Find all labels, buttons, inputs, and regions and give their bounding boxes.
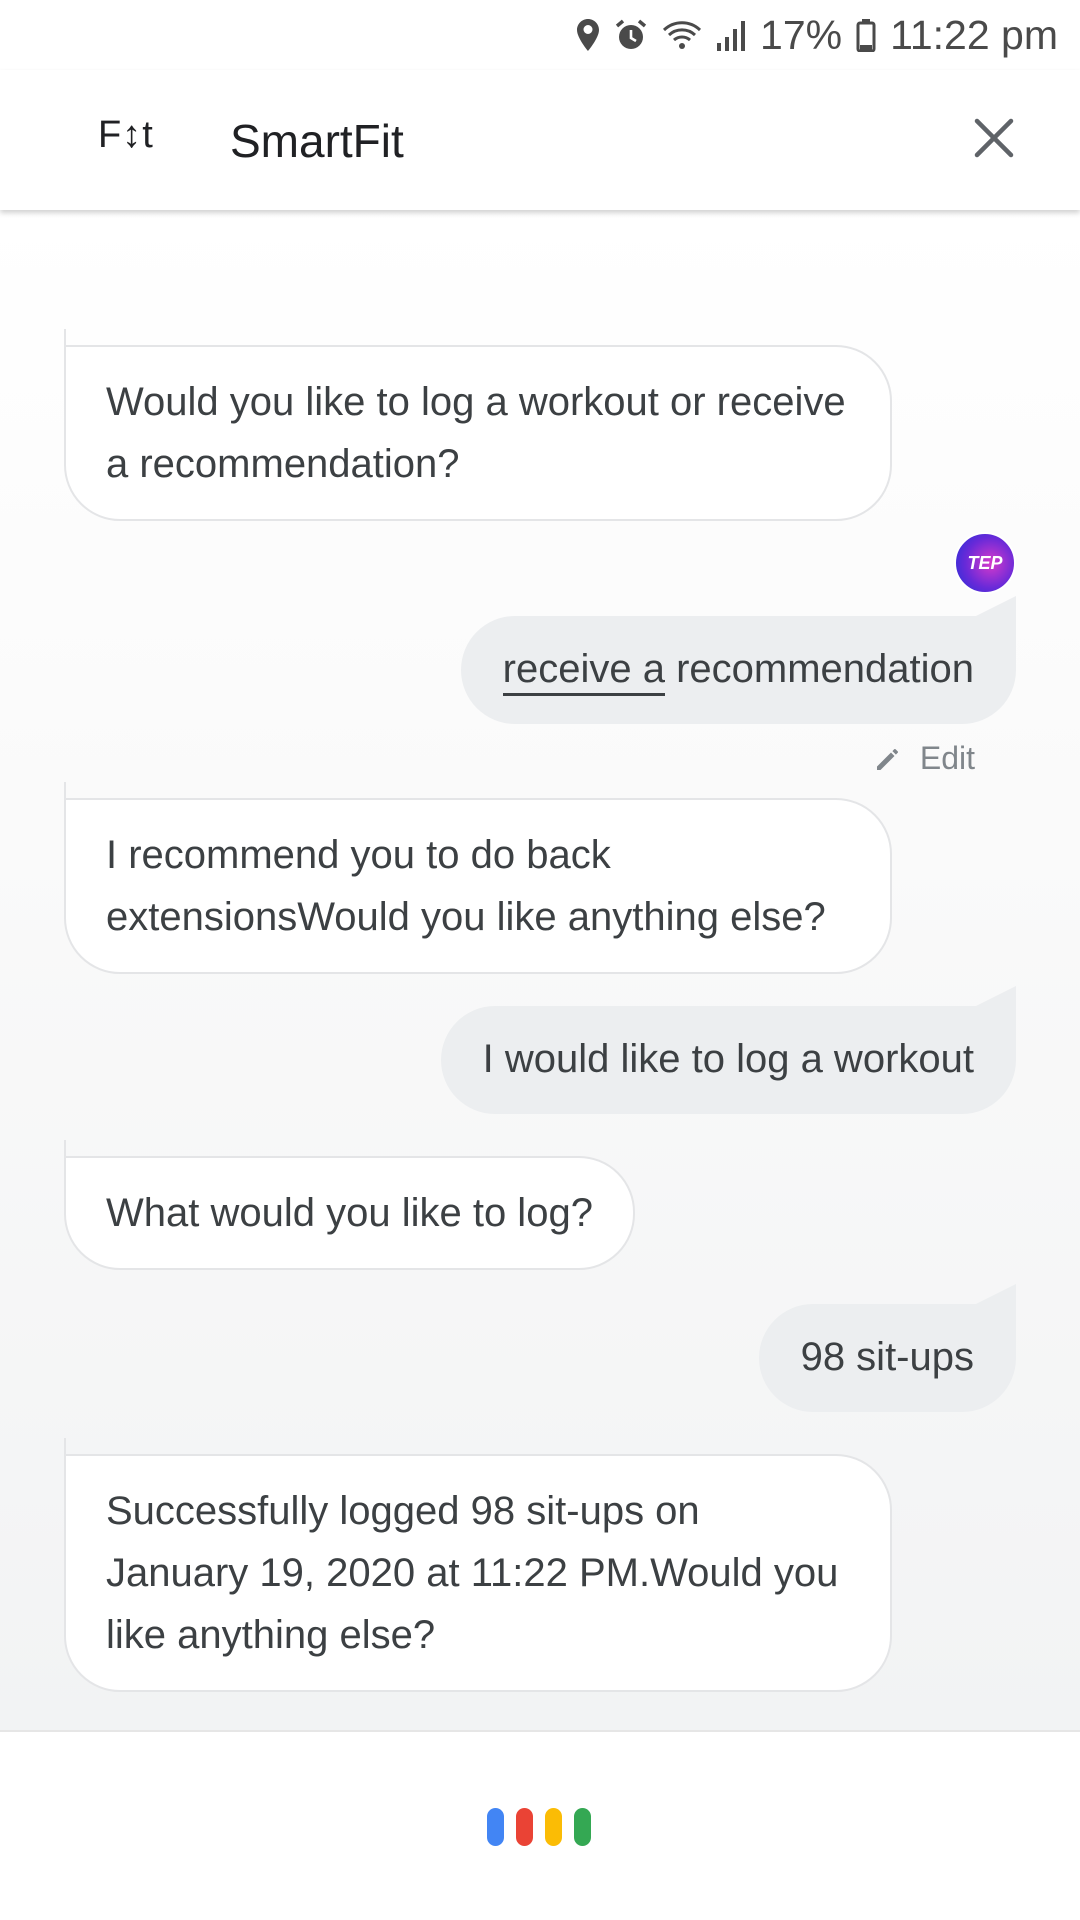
bot-message: Would you like to log a workout or recei… (64, 329, 892, 521)
alarm-icon (614, 18, 648, 52)
assistant-dot-yellow (545, 1808, 562, 1846)
google-assistant-dots-icon[interactable] (487, 1808, 591, 1846)
app-title: SmartFit (230, 115, 404, 167)
app-logo: F↕t (98, 114, 154, 156)
screen: 17% 11:22 pm F↕t SmartFit Would you like… (0, 0, 1080, 1920)
edit-label: Edit (919, 740, 975, 776)
wifi-icon (662, 19, 702, 51)
status-time: 11:22 pm (890, 11, 1058, 58)
close-icon (974, 118, 1014, 158)
app-header: F↕t SmartFit (0, 70, 1080, 210)
message-text: Would you like to log a workout or recei… (106, 380, 846, 486)
underlined-text[interactable]: receive a (502, 647, 665, 696)
user-message: I would like to log a workout (440, 986, 1017, 1114)
battery-icon (856, 18, 876, 52)
bot-message: Successfully logged 98 sit-ups on Januar… (64, 1438, 892, 1692)
assistant-dot-blue (487, 1808, 504, 1846)
message-text: 98 sit-ups (800, 1335, 974, 1379)
pencil-icon (876, 748, 898, 770)
message-text: recommendation (664, 647, 974, 691)
close-button[interactable] (964, 108, 1024, 168)
avatar: TEP (954, 532, 1016, 594)
location-icon (576, 18, 600, 52)
edit-button[interactable]: Edit (874, 740, 975, 777)
avatar-initials: TEP (967, 552, 1003, 573)
assistant-dot-green (574, 1808, 591, 1846)
bot-message: I recommend you to do back extensionsWou… (64, 782, 892, 974)
signal-icon (716, 19, 746, 51)
message-text: Successfully logged 98 sit-ups on Januar… (106, 1489, 839, 1657)
user-message: receive a recommendation (460, 596, 1017, 724)
user-message: 98 sit-ups (758, 1284, 1017, 1412)
battery-percent: 17% (760, 11, 843, 58)
assistant-dot-red (516, 1808, 533, 1846)
status-bar: 17% 11:22 pm (0, 0, 1080, 70)
bottom-bar (0, 1730, 1080, 1920)
conversation: Would you like to log a workout or recei… (0, 210, 1080, 1730)
message-text: What would you like to log? (106, 1191, 593, 1235)
message-text: I would like to log a workout (482, 1037, 974, 1081)
bot-message: What would you like to log? (64, 1140, 635, 1270)
message-text: I recommend you to do back extensionsWou… (106, 833, 826, 939)
